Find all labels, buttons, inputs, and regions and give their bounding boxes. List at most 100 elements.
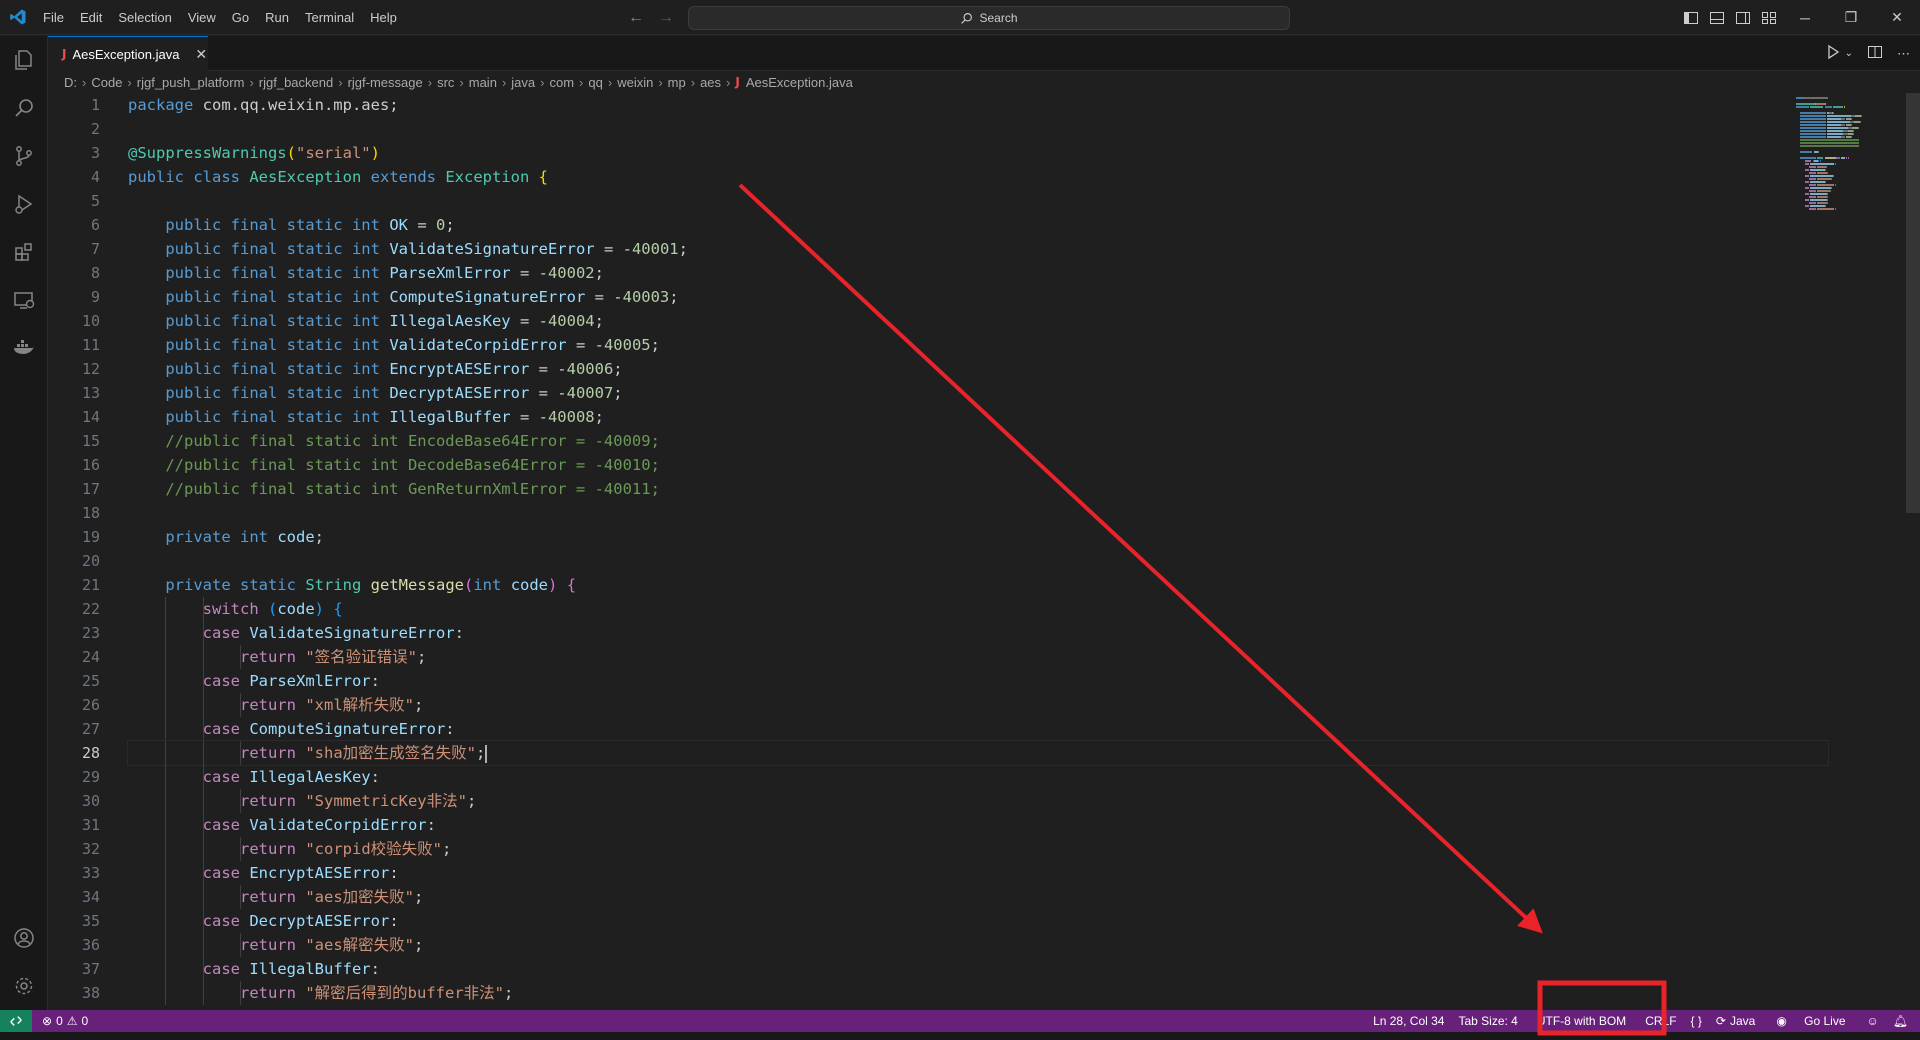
breadcrumb-item[interactable]: src xyxy=(437,75,454,90)
vertical-scrollbar[interactable] xyxy=(1906,93,1920,513)
menu-view[interactable]: View xyxy=(180,0,224,35)
run-debug-icon[interactable] xyxy=(0,180,48,228)
breadcrumb-item[interactable]: Code xyxy=(91,75,122,90)
file-encoding[interactable]: UTF-8 with BOM xyxy=(1525,1014,1638,1028)
language-mode[interactable]: Java xyxy=(1728,1014,1762,1028)
chevron-down-icon[interactable]: ⌄ xyxy=(1845,48,1853,59)
indentation[interactable]: Tab Size: 4 xyxy=(1451,1014,1524,1028)
breadcrumb-item[interactable]: qq xyxy=(588,75,602,90)
breadcrumb-file[interactable]: AesException.java xyxy=(746,75,853,90)
code-line[interactable]: case IllegalBuffer: xyxy=(128,957,1828,981)
menu-run[interactable]: Run xyxy=(257,0,297,35)
breadcrumb-item[interactable]: mp xyxy=(668,75,686,90)
code-line[interactable]: //public final static int EncodeBase64Er… xyxy=(128,429,1828,453)
code-line[interactable]: case ValidateSignatureError: xyxy=(128,621,1828,645)
account-icon[interactable] xyxy=(0,914,48,962)
source-control-icon[interactable] xyxy=(0,132,48,180)
code-line[interactable]: return "xml解析失败"; xyxy=(128,693,1828,717)
sync-icon[interactable]: ⟳ xyxy=(1709,1014,1728,1028)
notifications-bell-icon[interactable]: 🔔︎ xyxy=(1886,1014,1920,1028)
code-line[interactable]: public final static int IllegalBuffer = … xyxy=(128,405,1828,429)
code-line[interactable]: case DecryptAESError: xyxy=(128,909,1828,933)
breadcrumb-item[interactable]: main xyxy=(469,75,497,90)
menu-go[interactable]: Go xyxy=(224,0,257,35)
cursor-position[interactable]: Ln 28, Col 34 xyxy=(1366,1014,1451,1028)
code-line[interactable]: public final static int ParseXmlError = … xyxy=(128,261,1828,285)
remote-indicator-icon[interactable] xyxy=(0,1010,32,1032)
code-line[interactable]: case IllegalAesKey: xyxy=(128,765,1828,789)
toggle-panel-icon[interactable] xyxy=(1708,9,1726,27)
back-arrow-icon[interactable]: ← xyxy=(628,9,644,27)
more-actions-icon[interactable]: ⋯ xyxy=(1897,46,1910,62)
code-line[interactable]: public final static int EncryptAESError … xyxy=(128,357,1828,381)
breadcrumb-item[interactable]: rjgf-message xyxy=(348,75,423,90)
code-line[interactable]: return "corpid校验失败"; xyxy=(128,837,1828,861)
code-line[interactable]: case ValidateCorpidError: xyxy=(128,813,1828,837)
code-line[interactable]: switch (code) { xyxy=(128,597,1828,621)
code-area[interactable]: package com.qq.weixin.mp.aes; @SuppressWa… xyxy=(127,93,1829,1005)
code-line[interactable]: public final static int DecryptAESError … xyxy=(128,381,1828,405)
code-line[interactable] xyxy=(128,501,1828,525)
feedback-icon[interactable]: ☺ xyxy=(1860,1014,1886,1028)
split-editor-icon[interactable] xyxy=(1867,44,1883,63)
code-line[interactable] xyxy=(128,189,1828,213)
problems-indicator[interactable]: ⊗ 0 ⚠ 0 xyxy=(42,1014,88,1028)
code-line[interactable]: return "签名验证错误"; xyxy=(128,645,1828,669)
menu-file[interactable]: File xyxy=(35,0,72,35)
go-live-button[interactable]: ◉ Go Live xyxy=(1762,1014,1859,1028)
code-line[interactable]: //public final static int GenReturnXmlEr… xyxy=(128,477,1828,501)
code-line[interactable]: case ParseXmlError: xyxy=(128,669,1828,693)
minimize-icon[interactable]: ─ xyxy=(1782,0,1828,35)
menu-selection[interactable]: Selection xyxy=(110,0,179,35)
breadcrumb-item[interactable]: weixin xyxy=(617,75,653,90)
braces-icon[interactable]: { } xyxy=(1684,1014,1709,1028)
breadcrumb-item[interactable]: java xyxy=(511,75,535,90)
end-of-line[interactable]: CRLF xyxy=(1638,1014,1683,1028)
customize-layout-icon[interactable] xyxy=(1760,9,1778,27)
remote-explorer-icon[interactable] xyxy=(0,276,48,324)
forward-arrow-icon[interactable]: → xyxy=(658,9,674,27)
code-line[interactable]: case ComputeSignatureError: xyxy=(128,717,1828,741)
breadcrumb-item[interactable]: rjgf_backend xyxy=(259,75,333,90)
code-line[interactable]: private static String getMessage(int cod… xyxy=(128,573,1828,597)
code-line[interactable] xyxy=(128,549,1828,573)
run-java-icon[interactable] xyxy=(1825,44,1841,63)
code-line[interactable]: return "sha加密生成签名失败"; xyxy=(127,740,1829,766)
breadcrumb-item[interactable]: rjgf_push_platform xyxy=(137,75,245,90)
breadcrumb-item[interactable]: D: xyxy=(64,75,77,90)
code-line[interactable]: @SuppressWarnings("serial") xyxy=(128,141,1828,165)
code-line[interactable]: return "aes加密失败"; xyxy=(128,885,1828,909)
menu-terminal[interactable]: Terminal xyxy=(297,0,362,35)
code-line[interactable]: return "解密后得到的buffer非法"; xyxy=(128,981,1828,1005)
code-line[interactable]: return "SymmetricKey非法"; xyxy=(128,789,1828,813)
command-center-search[interactable]: Search xyxy=(688,6,1290,30)
breadcrumb-item[interactable]: com xyxy=(549,75,574,90)
close-tab-icon[interactable]: ✕ xyxy=(195,46,207,63)
menu-help[interactable]: Help xyxy=(362,0,405,35)
code-editor[interactable]: 1 2 3 4 5 6 7 8 9 10 11 12 13 14 15 16 17 18 19 20 21 22 23 24 2… xyxy=(48,93,1920,1010)
tab-aesexception-java[interactable]: J AesException.java ✕ xyxy=(48,36,208,71)
close-window-icon[interactable]: ✕ xyxy=(1874,0,1920,35)
code-line[interactable]: public final static int ValidateSignatur… xyxy=(128,237,1828,261)
menu-edit[interactable]: Edit xyxy=(72,0,110,35)
code-line[interactable]: public final static int ComputeSignature… xyxy=(128,285,1828,309)
restore-icon[interactable]: ❐ xyxy=(1828,0,1874,35)
toggle-secondary-sidebar-icon[interactable] xyxy=(1734,9,1752,27)
minimap[interactable] xyxy=(1796,93,1906,313)
files-icon[interactable] xyxy=(0,36,48,84)
code-line[interactable]: private int code; xyxy=(128,525,1828,549)
code-line[interactable]: public final static int IllegalAesKey = … xyxy=(128,309,1828,333)
extensions-icon[interactable] xyxy=(0,228,48,276)
search-icon[interactable] xyxy=(0,84,48,132)
code-line[interactable]: package com.qq.weixin.mp.aes; xyxy=(128,93,1828,117)
toggle-primary-sidebar-icon[interactable] xyxy=(1682,9,1700,27)
breadcrumb-item[interactable]: aes xyxy=(700,75,721,90)
docker-icon[interactable] xyxy=(0,324,48,372)
code-line[interactable]: case EncryptAESError: xyxy=(128,861,1828,885)
code-line[interactable]: public class AesException extends Except… xyxy=(128,165,1828,189)
code-line[interactable]: //public final static int DecodeBase64Er… xyxy=(128,453,1828,477)
code-line[interactable]: return "aes解密失败"; xyxy=(128,933,1828,957)
code-line[interactable]: public final static int OK = 0; xyxy=(128,213,1828,237)
settings-gear-icon[interactable] xyxy=(0,962,48,1010)
code-line[interactable] xyxy=(128,117,1828,141)
